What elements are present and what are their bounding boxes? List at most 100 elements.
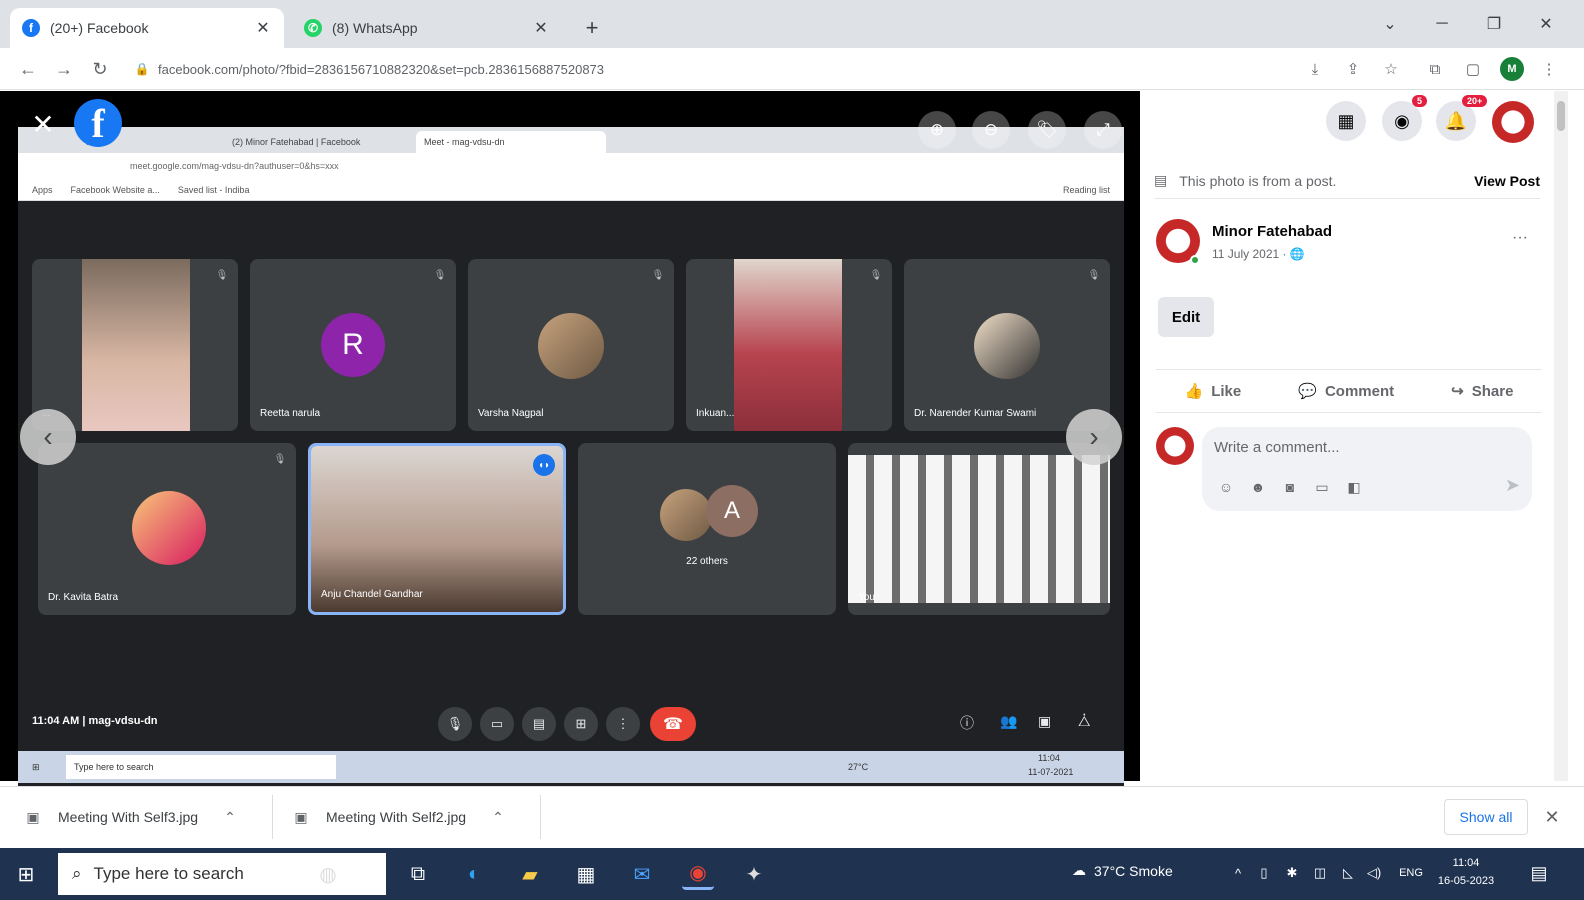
comment-button[interactable]: 💬 Comment (1298, 382, 1394, 401)
chrome-icon[interactable]: ◉ (682, 858, 714, 890)
more-options-icon[interactable]: ⋮ (606, 707, 640, 741)
battery-icon[interactable]: ▯ (1254, 862, 1274, 884)
forward-icon[interactable]: → (52, 57, 76, 81)
profile-avatar[interactable]: M (1500, 57, 1524, 81)
tab-facebook[interactable]: f (20+) Facebook ✕ (10, 8, 284, 48)
cortana-icon[interactable]: ◍ (312, 858, 344, 890)
close-shelf-icon[interactable]: ✕ (1540, 805, 1564, 829)
share-button[interactable]: ↪ Share (1451, 382, 1513, 401)
chevron-up-icon[interactable]: ^ (1228, 862, 1248, 884)
minimize-icon[interactable]: ─ (1430, 12, 1454, 36)
fullscreen-icon[interactable]: ⤢ (1084, 111, 1122, 149)
mail-icon[interactable]: ✉ (626, 858, 658, 890)
download-item[interactable]: ▣ Meeting With Self2.jpg ⌃ (292, 797, 504, 837)
present-icon[interactable]: ⊞ (564, 707, 598, 741)
post-date-text[interactable]: 11 July 2021 · (1212, 247, 1287, 261)
participant-tile: R Reetta narula 🎙 (250, 259, 456, 431)
inner-reading-list: Reading list (1062, 184, 1110, 195)
gif-icon[interactable]: ▭ (1312, 477, 1332, 497)
inner-clock: 11:04 (1038, 753, 1060, 763)
participant-tile: Dr. Narender Kumar Swami 🎙 (904, 259, 1110, 431)
post-actions: 👍 Like 💬 Comment ↪ Share (1156, 369, 1542, 413)
weather-widget[interactable]: ☁ 37°C Smoke (1072, 862, 1173, 879)
photo-viewer: ... (2) Minor Fatehabad | Facebook Meet … (0, 91, 1140, 787)
download-filename: Meeting With Self3.jpg (58, 809, 199, 825)
reload-icon[interactable]: ↻ (88, 57, 112, 81)
view-post-link[interactable]: View Post (1474, 173, 1540, 189)
captions-icon[interactable]: ▤ (522, 707, 556, 741)
tab-whatsapp[interactable]: ✆ (8) WhatsApp ✕ (292, 8, 562, 48)
close-tab-icon[interactable]: ✕ (254, 19, 272, 37)
people-icon[interactable]: 👥 (1000, 713, 1022, 735)
store-icon[interactable]: ▦ (570, 858, 602, 890)
activities-icon[interactable]: ⧊ (1078, 713, 1100, 735)
mic-off-icon: 🎙 (1087, 269, 1101, 281)
mic-off-icon: 🎙 (869, 269, 883, 281)
next-photo-icon[interactable]: › (1066, 409, 1122, 465)
menu-grid-icon[interactable]: ▦ (1326, 101, 1366, 141)
language-indicator[interactable]: ENG (1396, 862, 1426, 884)
file-explorer-icon[interactable]: ▰ (514, 858, 546, 890)
participant-video (311, 446, 563, 612)
app-icon[interactable]: ✦ (738, 858, 770, 890)
close-tab-icon[interactable]: ✕ (532, 19, 550, 37)
tag-icon[interactable]: 🏷 (1028, 111, 1066, 149)
avatar-sticker-icon[interactable]: ☺ (1216, 477, 1236, 497)
windows-start-icon[interactable]: ⊞ (14, 862, 38, 886)
chevron-up-icon[interactable]: ⌃ (224, 809, 236, 826)
edge-icon[interactable]: ◐ (458, 858, 490, 890)
zoom-out-icon[interactable]: ⊖ (972, 111, 1010, 149)
edit-button[interactable]: Edit (1158, 297, 1214, 337)
panel-scrollbar[interactable] (1554, 91, 1568, 781)
mic-icon[interactable]: 🎙 (438, 707, 472, 741)
bluetooth-icon[interactable]: ✱ (1282, 862, 1302, 884)
zoom-in-icon[interactable]: ⊕ (918, 111, 956, 149)
share-page-icon[interactable]: ⇪ (1342, 58, 1364, 80)
facebook-logo-icon[interactable]: f (74, 99, 122, 147)
show-all-button[interactable]: Show all (1444, 799, 1528, 835)
download-shelf: ▣ Meeting With Self3.jpg ⌃ ▣ Meeting Wit… (0, 786, 1584, 846)
camera-icon[interactable]: ◙ (1280, 477, 1300, 497)
scrollbar-thumb[interactable] (1557, 101, 1565, 131)
chat-icon[interactable]: ▣ (1038, 713, 1060, 735)
like-button[interactable]: 👍 Like (1185, 382, 1242, 401)
info-icon[interactable]: ⓘ (960, 713, 982, 735)
chevron-up-icon[interactable]: ⌃ (492, 809, 504, 826)
task-view-icon[interactable]: ⧉ (402, 858, 434, 890)
comment-input[interactable]: Write a comment... ☺ ☻ ◙ ▭ ◧ ➤ (1202, 427, 1532, 511)
end-call-icon[interactable]: ☎ (650, 707, 696, 741)
emoji-icon[interactable]: ☻ (1248, 477, 1268, 497)
account-avatar[interactable] (1492, 101, 1534, 143)
messenger-icon[interactable]: ◉ (1382, 101, 1422, 141)
previous-photo-icon[interactable]: ‹ (20, 409, 76, 465)
chrome-menu-icon[interactable]: ⋮ (1538, 58, 1560, 80)
back-icon[interactable]: ← (16, 57, 40, 81)
wifi-icon[interactable]: ◺ (1338, 862, 1358, 884)
notification-center-icon[interactable]: ▤ (1526, 860, 1552, 886)
inner-url: meet.google.com/mag-vdsu-dn?authuser=0&h… (18, 153, 1124, 179)
address-bar[interactable]: 🔒 facebook.com/photo/?fbid=2836156710882… (134, 54, 1294, 84)
volume-icon[interactable]: ◁) (1364, 862, 1384, 884)
inner-tab-active: Meet - mag-vdsu-dn (416, 131, 606, 153)
inner-bookmark: Apps (32, 184, 53, 195)
taskbar-clock[interactable]: 11:04 16-05-2023 (1436, 854, 1496, 890)
inner-windows-taskbar: ⊞ Type here to search 27°C 11:04 11-07-2… (18, 751, 1124, 783)
camera-icon[interactable]: ▭ (480, 707, 514, 741)
close-icon[interactable]: ✕ (28, 109, 58, 140)
more-options-icon[interactable]: ··· (1512, 229, 1528, 247)
participant-video (848, 455, 1110, 603)
restore-icon[interactable]: ❐ (1482, 12, 1506, 36)
download-item[interactable]: ▣ Meeting With Self3.jpg ⌃ (24, 797, 236, 837)
tab-search-chevron-icon[interactable]: ⌄ (1378, 12, 1402, 36)
install-icon[interactable]: ⤓ (1304, 58, 1326, 80)
network-icon[interactable]: ◫ (1310, 862, 1330, 884)
window-close-icon[interactable]: ✕ (1534, 12, 1558, 36)
extensions-icon[interactable]: ⧉ (1424, 58, 1446, 80)
bell-icon[interactable]: 🔔 (1436, 101, 1476, 141)
send-icon[interactable]: ➤ (1505, 475, 1520, 496)
new-tab-icon[interactable]: + (580, 15, 604, 40)
author-name[interactable]: Minor Fatehabad (1212, 223, 1332, 240)
bookmark-star-icon[interactable]: ☆ (1380, 58, 1402, 80)
sticker-icon[interactable]: ◧ (1344, 477, 1364, 497)
side-panel-icon[interactable]: ▢ (1462, 58, 1484, 80)
